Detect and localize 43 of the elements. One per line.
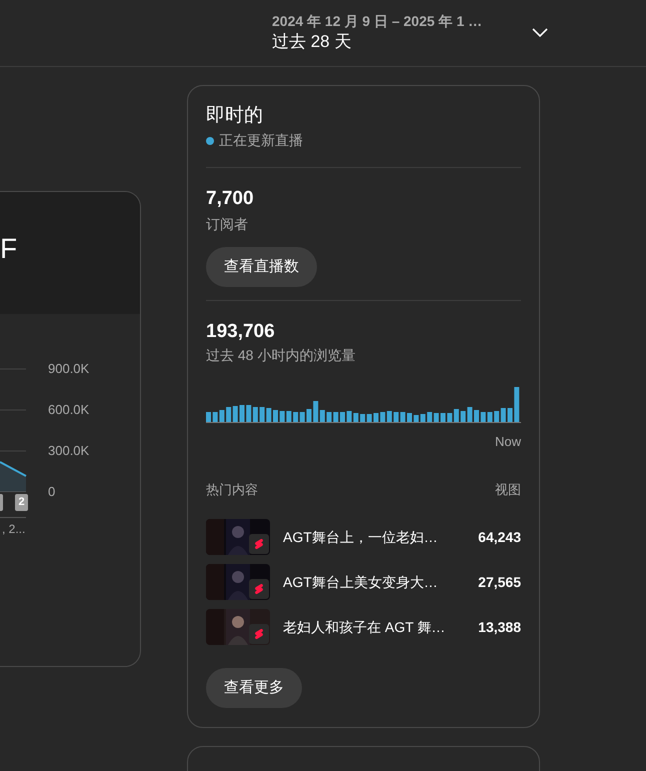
view-count: 13,388 [478, 618, 521, 636]
period-label: 过去 28 天 [272, 31, 352, 53]
card-title: F [0, 233, 18, 265]
column-header: 热门内容 [206, 480, 258, 498]
subscriber-count: 7,700 [206, 187, 255, 211]
see-more-button[interactable]: 查看更多 [206, 668, 302, 708]
date-range: 2024 年 12 月 9 日 – 2025 年 1 … [272, 12, 482, 30]
bar [273, 410, 278, 422]
shorts-icon [249, 534, 269, 554]
bar [407, 413, 412, 422]
views-label: 过去 48 小时内的浏览量 [206, 346, 356, 365]
bar [340, 412, 345, 422]
bar [240, 405, 244, 422]
content-row[interactable]: AGT舞台上，一位老妇… 64,243 [206, 519, 521, 555]
subscriber-label: 订阅者 [206, 215, 249, 234]
shorts-icon [249, 579, 269, 599]
axis-label: 300.0K [48, 442, 90, 460]
content-title: AGT舞台上美女变身大… [283, 572, 438, 592]
axis-label: 600.0K [48, 401, 90, 419]
view-count: 64,243 [478, 528, 521, 546]
column-header: 视图 [495, 480, 521, 498]
card-title: 即时的 [206, 104, 264, 128]
bar [514, 387, 520, 422]
view-live-button[interactable]: 查看直播数 [206, 247, 317, 287]
view-count: 27,565 [478, 572, 521, 592]
bar [374, 413, 378, 422]
marker-badge: 2 [15, 494, 28, 511]
bar [206, 412, 211, 422]
axis-label: 900.0K [48, 360, 90, 378]
view-count: 193,706 [206, 320, 276, 344]
bar [306, 409, 312, 422]
shorts-icon [249, 624, 269, 644]
axis-label: Now [494, 433, 521, 451]
bar [508, 408, 512, 422]
content-row[interactable]: 老妇人和孩子在 AGT 舞… 13,388 [206, 609, 521, 645]
date-label: , 2... [2, 521, 26, 538]
status-text: 正在更新直播 [219, 131, 303, 150]
bar [474, 410, 479, 422]
axis-label: 0 [48, 483, 56, 501]
content-title: 老妇人和孩子在 AGT 舞… [283, 618, 446, 636]
content-row[interactable]: AGT舞台上美女变身大… 27,565 [206, 564, 521, 600]
content-title: AGT舞台上，一位老妇… [283, 528, 438, 546]
bar [440, 413, 446, 422]
